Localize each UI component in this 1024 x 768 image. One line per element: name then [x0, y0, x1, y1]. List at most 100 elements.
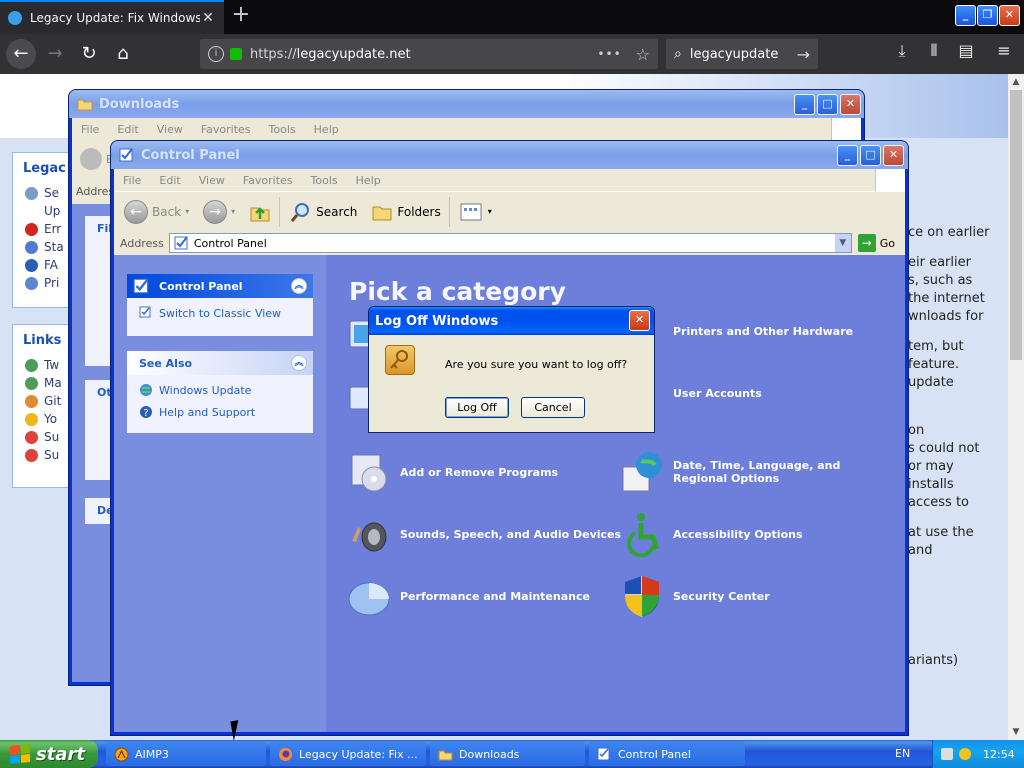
address-dropdown-icon[interactable]: ▼	[834, 234, 851, 252]
menu-edit[interactable]: Edit	[150, 174, 189, 187]
go-button[interactable]: → Go	[852, 234, 905, 252]
new-tab-button[interactable]: +	[228, 3, 254, 29]
menu-file[interactable]: File	[72, 123, 108, 136]
menu-help[interactable]: Help	[305, 123, 348, 136]
browser-restore-button[interactable]: ❐	[977, 5, 998, 26]
log-off-button[interactable]: Log Off	[445, 397, 509, 418]
help-support-link[interactable]: ? Help and Support	[127, 401, 313, 423]
menu-view[interactable]: View	[190, 174, 234, 187]
minimize-button[interactable]: _	[837, 145, 858, 166]
category-label: Add or Remove Programs	[400, 465, 559, 479]
windows-flag-icon	[10, 743, 30, 765]
menu-file[interactable]: File	[114, 174, 150, 187]
control-panel-pane-header[interactable]: Control Panel ︽	[127, 274, 313, 298]
scroll-down-icon[interactable]: ▼	[1008, 724, 1024, 740]
sidebar-link-label: Su	[44, 430, 60, 444]
page-scrollbar[interactable]: ▲ ▼	[1008, 74, 1024, 740]
task-pane-strip: File Oth De	[72, 204, 125, 682]
library-icon[interactable]: ⫴	[922, 41, 946, 61]
taskbar-item-aimp[interactable]: AIMP3	[106, 742, 266, 766]
page-actions-icon[interactable]: •••	[597, 47, 621, 61]
back-arrow-icon[interactable]	[80, 148, 102, 170]
taskbar-item-downloads[interactable]: Downloads	[430, 742, 585, 766]
back-dropdown-icon[interactable]: ▾	[185, 207, 189, 216]
secure-lock-icon[interactable]	[230, 48, 242, 60]
article-line: s, such as	[908, 273, 973, 288]
folders-button[interactable]: Folders	[371, 201, 441, 223]
forward-dropdown-icon[interactable]: ▾	[231, 207, 235, 216]
collapse-chevron-icon[interactable]: ︽	[291, 355, 307, 371]
logoff-dialog-title-bar[interactable]: Log Off Windows	[369, 307, 654, 335]
sidebar-link-label: Up	[44, 204, 61, 218]
category-accessibility[interactable]: Accessibility Options	[619, 511, 803, 557]
article-line: installs	[908, 477, 954, 492]
address-field[interactable]: Control Panel ▼	[168, 233, 852, 253]
back-arrow-icon[interactable]: ←	[6, 39, 36, 69]
close-button[interactable]: ✕	[840, 94, 861, 115]
up-folder-button[interactable]	[249, 201, 271, 223]
sidebar-icon[interactable]: ▤	[954, 41, 978, 60]
windows-update-link[interactable]: Windows Update	[127, 375, 313, 401]
back-button[interactable]: ← Back ▾	[124, 199, 189, 224]
sidebar-link-label: Ma	[44, 376, 62, 390]
browser-minimize-button[interactable]: _	[955, 5, 976, 26]
category-performance-maintenance[interactable]: Performance and Maintenance	[346, 573, 590, 619]
menu-edit[interactable]: Edit	[108, 123, 147, 136]
url-text[interactable]: https://legacyupdate.net	[250, 47, 597, 62]
control-panel-icon	[174, 236, 188, 250]
bookmark-star-icon[interactable]: ☆	[636, 45, 650, 64]
aimp-icon	[114, 747, 129, 761]
downloads-icon[interactable]: ⤓	[890, 41, 914, 61]
maximize-button[interactable]: □	[860, 145, 881, 166]
reload-icon[interactable]: ↻	[74, 39, 104, 69]
views-button[interactable]: ▾	[460, 202, 492, 222]
cancel-button[interactable]: Cancel	[521, 397, 585, 418]
search-bar[interactable]: ⌕ legacyupdate →	[666, 39, 818, 69]
category-add-remove-programs[interactable]: Add or Remove Programs	[346, 449, 558, 495]
forward-arrow-icon[interactable]: →	[40, 39, 70, 69]
category-sounds-speech-audio[interactable]: Sounds, Speech, and Audio Devices	[346, 511, 621, 557]
scroll-up-icon[interactable]: ▲	[1008, 74, 1024, 90]
tray-security-icon[interactable]	[959, 748, 971, 760]
see-also-header[interactable]: See Also ︽	[127, 351, 313, 375]
menu-view[interactable]: View	[148, 123, 192, 136]
tab-close-icon[interactable]: ✕	[200, 10, 216, 26]
views-dropdown-icon[interactable]: ▾	[488, 207, 492, 216]
url-bar[interactable]: i https://legacyupdate.net ••• ☆	[200, 39, 658, 69]
scrollbar-thumb[interactable]	[1010, 90, 1022, 360]
search-button[interactable]: Search	[290, 201, 357, 223]
menu-favorites[interactable]: Favorites	[234, 174, 302, 187]
home-icon[interactable]: ⌂	[108, 39, 138, 69]
tray-app-icon[interactable]	[941, 748, 953, 760]
taskbar-item-browser[interactable]: Legacy Update: Fix ...	[270, 742, 426, 766]
maximize-button[interactable]: □	[817, 94, 838, 115]
control-panel-title-bar[interactable]: Control Panel	[111, 141, 908, 169]
browser-tab[interactable]: Legacy Update: Fix Windows Upda ✕	[0, 0, 224, 34]
switch-classic-view-link[interactable]: Switch to Classic View	[127, 298, 313, 324]
taskbar-item-control-panel[interactable]: Control Panel	[589, 742, 745, 766]
close-button[interactable]: ✕	[883, 145, 904, 166]
github-icon	[25, 394, 38, 408]
menu-tools[interactable]: Tools	[260, 123, 305, 136]
language-indicator[interactable]: EN	[895, 747, 910, 760]
menu-help[interactable]: Help	[347, 174, 390, 187]
start-button[interactable]: start	[0, 740, 98, 768]
collapse-chevron-icon[interactable]: ︽	[291, 278, 307, 294]
info-icon[interactable]: i	[208, 46, 224, 62]
search-text[interactable]: legacyupdate	[690, 47, 778, 62]
menu-hamburger-icon[interactable]: ≡	[992, 41, 1016, 60]
downloads-title-bar[interactable]: Downloads	[69, 90, 864, 118]
forward-button[interactable]: → ▾	[203, 199, 235, 224]
category-date-time-language[interactable]: Date, Time, Language, and Regional Optio…	[619, 449, 883, 495]
dialog-close-button[interactable]: ✕	[629, 310, 650, 331]
menu-tools[interactable]: Tools	[302, 174, 347, 187]
category-security-center[interactable]: Security Center	[619, 573, 770, 619]
minimize-button[interactable]: _	[794, 94, 815, 115]
back-arrow-icon: ←	[124, 199, 148, 224]
clock[interactable]: 12:54	[983, 748, 1015, 761]
browser-close-button[interactable]: ✕	[999, 5, 1020, 26]
search-go-arrow-icon[interactable]: →	[797, 45, 810, 64]
logoff-dialog: Log Off Windows ✕ Are you sure you want …	[368, 306, 655, 433]
menu-favorites[interactable]: Favorites	[192, 123, 260, 136]
category-label: Accessibility Options	[673, 527, 803, 541]
